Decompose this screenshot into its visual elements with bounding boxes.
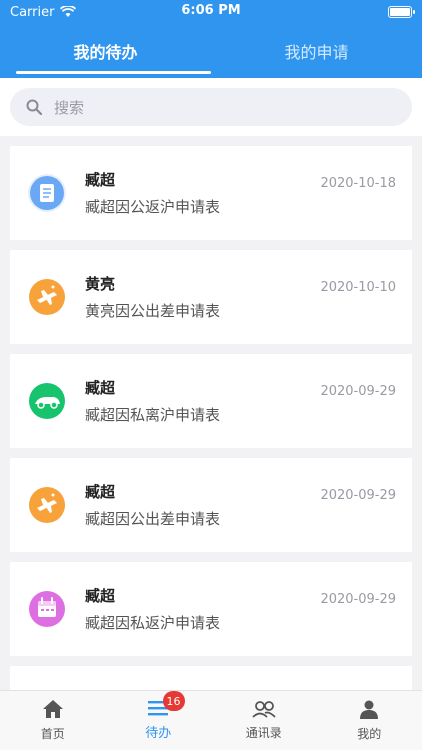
- search-bar: 搜索: [0, 78, 422, 136]
- tabbar-item-home[interactable]: 首页: [0, 691, 106, 750]
- contacts-icon: [252, 701, 276, 718]
- tabbar-label: 通讯录: [245, 726, 282, 740]
- item-description: 臧超因私离沪申请表: [85, 406, 221, 424]
- tab-bar: 我的待办 我的申请: [0, 24, 422, 78]
- item-date: 2020-09-29: [320, 488, 396, 503]
- airplane-icon: [28, 278, 66, 316]
- item-name: 臧超: [85, 587, 116, 605]
- tabbar-item-me[interactable]: 我的: [317, 691, 422, 750]
- wifi-icon: [60, 6, 77, 17]
- tab-my-todo[interactable]: 我的待办: [0, 24, 211, 78]
- list-item[interactable]: 臧超 臧超因公返沪申请表 2020-10-18: [10, 146, 412, 240]
- item-date: 2020-10-10: [320, 280, 396, 295]
- tabbar-label: 待办: [145, 726, 172, 741]
- carrier-label: Carrier: [10, 4, 55, 20]
- item-description: 臧超因私返沪申请表: [85, 614, 221, 632]
- todo-list: 臧超 臧超因公返沪申请表 2020-10-18 黄亮 黄亮因公出差申请表 202…: [10, 146, 412, 716]
- item-name: 臧超: [85, 171, 116, 189]
- home-icon: [42, 700, 63, 718]
- list-item[interactable]: 黄亮 黄亮因公出差申请表 2020-10-10: [10, 250, 412, 344]
- item-description: 黄亮因公出差申请表: [85, 302, 221, 320]
- list-item[interactable]: 臧超 臧超因私离沪申请表 2020-09-29: [10, 354, 412, 448]
- item-date: 2020-09-29: [320, 592, 396, 607]
- item-date: 2020-10-18: [320, 176, 396, 191]
- person-icon: [360, 700, 379, 719]
- notification-badge: 16: [162, 691, 185, 711]
- list-item[interactable]: 臧超 臧超因公出差申请表 2020-09-29: [10, 458, 412, 552]
- calendar-icon: [28, 590, 66, 628]
- item-description: 臧超因公返沪申请表: [85, 198, 221, 216]
- tabbar-item-contacts[interactable]: 通讯录: [211, 691, 317, 750]
- item-name: 黄亮: [85, 275, 116, 293]
- item-name: 臧超: [85, 379, 116, 397]
- tabbar-label: 首页: [40, 727, 65, 741]
- search-placeholder: 搜索: [54, 98, 85, 117]
- tab-my-requests[interactable]: 我的申请: [211, 24, 422, 78]
- document-icon: [28, 174, 66, 212]
- tabbar-item-todo[interactable]: 待办 16: [106, 691, 212, 750]
- item-description: 臧超因公出差申请表: [85, 510, 221, 528]
- header: Carrier 6:06 PM 我的待办 我的申请: [0, 0, 422, 78]
- airplane-icon: [28, 486, 66, 524]
- search-icon: [26, 99, 42, 115]
- tabbar-label: 我的: [357, 727, 382, 741]
- list-item[interactable]: 臧超 臧超因私返沪申请表 2020-09-29: [10, 562, 412, 656]
- item-name: 臧超: [85, 483, 116, 501]
- item-date: 2020-09-29: [320, 384, 396, 399]
- status-bar: Carrier: [0, 0, 422, 24]
- bottom-tab-bar: 首页 待办 16 通讯录 我的: [0, 690, 422, 750]
- car-icon: [28, 382, 66, 420]
- search-input[interactable]: 搜索: [10, 88, 412, 126]
- battery-icon: [388, 6, 415, 18]
